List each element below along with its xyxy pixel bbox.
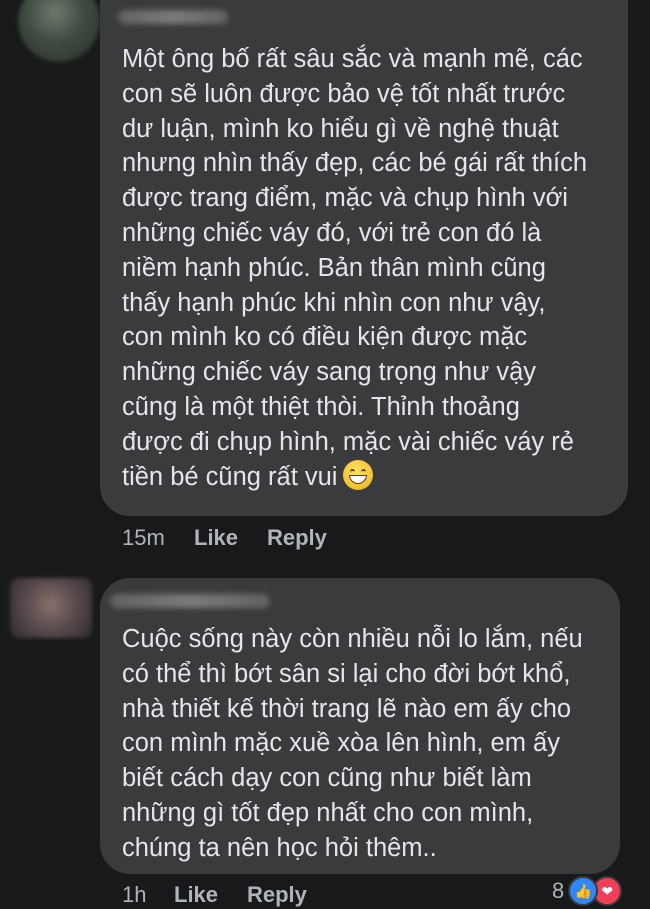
comment-timestamp[interactable]: 15m [122, 525, 165, 551]
commenter-name-blurred[interactable] [110, 594, 270, 608]
comment-timestamp[interactable]: 1h [122, 882, 146, 908]
like-icon: 👍 [568, 876, 599, 906]
reply-button[interactable]: Reply [267, 525, 327, 551]
grinning-face-emoji-icon [343, 459, 374, 490]
like-button[interactable]: Like [174, 882, 218, 908]
commenter-avatar[interactable] [18, 0, 100, 62]
commenter-name-blurred[interactable] [118, 10, 228, 24]
commenter-avatar[interactable] [10, 578, 92, 638]
like-button[interactable]: Like [194, 525, 238, 551]
reaction-summary[interactable]: 8 👍 ❤ [552, 876, 623, 906]
reply-button[interactable]: Reply [247, 882, 307, 908]
reaction-count: 8 [552, 878, 565, 903]
comment-text: Một ông bố rất sâu sắc và mạnh mẽ, các c… [122, 45, 588, 491]
comment-text: Cuộc sống này còn nhiều nỗi lo lắm, nếu … [122, 625, 583, 862]
